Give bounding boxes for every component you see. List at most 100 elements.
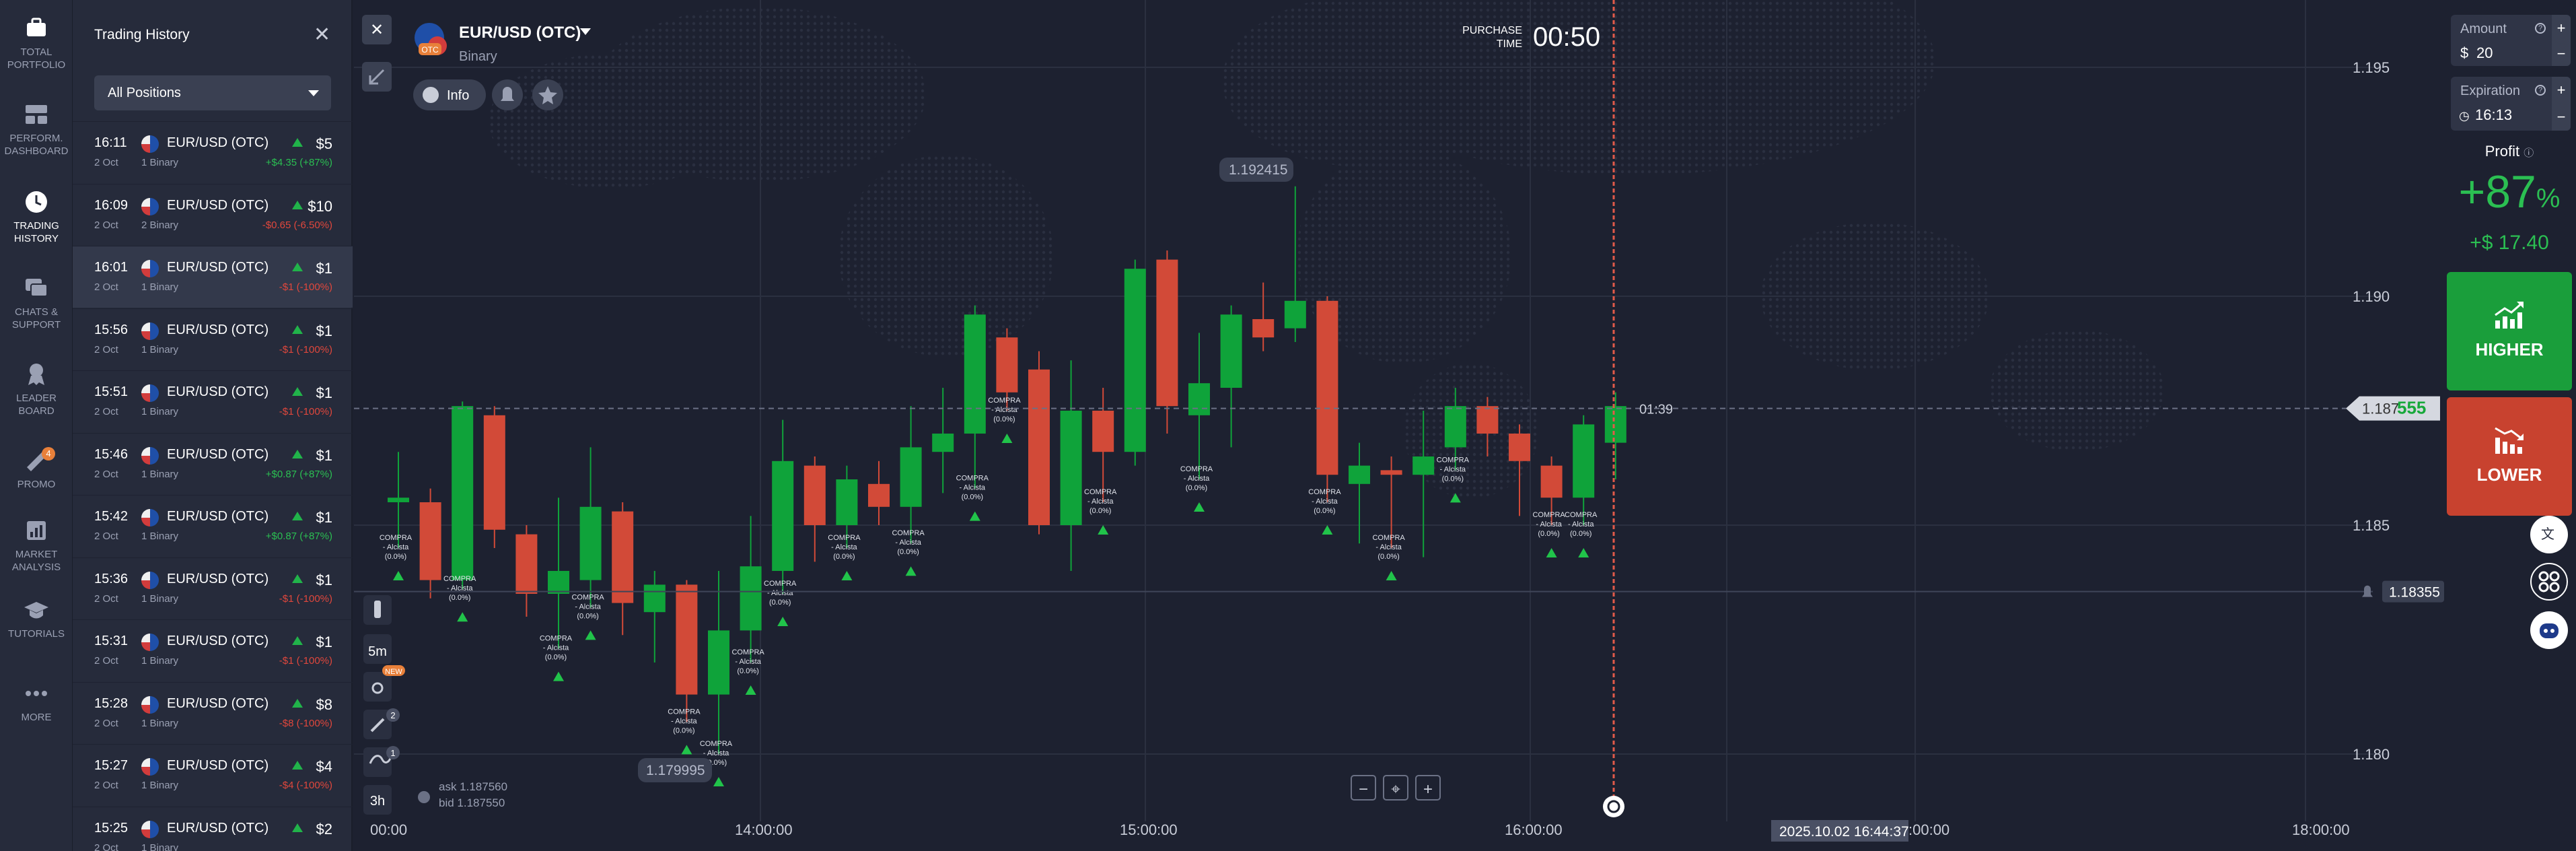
positions-filter-select[interactable]: All Positions <box>94 75 331 110</box>
expiration-minus-button[interactable]: − <box>2552 104 2571 131</box>
trade-marker-label: (0.0%) <box>545 654 567 662</box>
arrow-up-icon <box>292 698 303 708</box>
more-dots-icon <box>26 691 47 696</box>
price-chart[interactable]: 1.195 1.190 1.185 1.180 00:00 14:00:00 15:00:0… <box>354 0 2447 851</box>
asset-name: EUR/USD (OTC) <box>167 571 269 586</box>
help-icon[interactable]: ? <box>2535 23 2546 34</box>
trade-marker-label: - Alcista <box>960 484 986 492</box>
history-row[interactable]: 16:01 2 Oct EUR/USD (OTC) 1 Binary $1 -$1 (-1… <box>73 246 353 308</box>
expiration-box[interactable]: Expiration ◷ 16:13 ? + − <box>2451 77 2571 131</box>
svg-text:文: 文 <box>2541 526 2554 542</box>
eur-usd-flag-icon <box>141 446 159 465</box>
history-row[interactable]: 15:36 2 Oct EUR/USD (OTC) 1 Binary $1 -$1 (-1… <box>73 557 353 619</box>
trade-marker-arrow <box>713 777 724 786</box>
history-row[interactable]: 16:09 2 Oct EUR/USD (OTC) 2 Binary $10 -$0.65… <box>73 183 353 246</box>
profit-percent: +87% <box>2458 166 2561 217</box>
trade-marker-label: - Alcista <box>1087 498 1114 506</box>
trade-amount: $4 <box>316 758 332 775</box>
nav-label: SUPPORT <box>11 319 61 331</box>
candle-body <box>1509 434 1530 461</box>
world-map-texture <box>838 155 1054 357</box>
close-icon: ✕ <box>370 21 384 39</box>
trade-date: 2 Oct <box>94 219 118 231</box>
amount-box[interactable]: Amount $ 20 ? + − <box>2451 15 2571 66</box>
eur-usd-flag-icon <box>141 260 159 277</box>
history-row[interactable]: 16:11 2 Oct EUR/USD (OTC) 1 Binary $5 +$4.35 … <box>73 121 353 183</box>
history-row[interactable]: 15:56 2 Oct EUR/USD (OTC) 1 Binary $1 -$1 (-1… <box>73 308 353 370</box>
translate-icon[interactable]: 文 <box>2530 516 2568 553</box>
chevron-down-icon[interactable] <box>580 28 591 35</box>
trade-amount: $1 <box>316 634 332 650</box>
history-row[interactable]: 15:28 2 Oct EUR/USD (OTC) 1 Binary $8 -$8 (-1… <box>73 681 353 744</box>
trade-marker-arrow <box>1098 525 1109 535</box>
badge-1-label: 1 <box>390 748 395 758</box>
history-row[interactable]: 15:25 2 Oct EUR/USD (OTC) 1 Binary $2 <box>73 806 353 851</box>
history-row[interactable]: 15:51 2 Oct EUR/USD (OTC) 1 Binary $1 -$1 (-1… <box>73 370 353 432</box>
amount-label: Amount <box>2460 22 2507 36</box>
chart-area[interactable]: 1.195 1.190 1.185 1.180 00:00 14:00:00 15:00:0… <box>354 0 2447 851</box>
trade-time: 15:46 <box>94 446 129 462</box>
info-circle-icon[interactable] <box>418 791 430 803</box>
history-row[interactable]: 15:27 2 Oct EUR/USD (OTC) 1 Binary $4 -$4 (-1… <box>73 744 353 806</box>
trade-marker-arrow <box>1322 525 1333 535</box>
apps-grid-icon[interactable] <box>2530 563 2568 601</box>
assistant-bot-icon[interactable] <box>2530 611 2568 649</box>
badge-2-label: 2 <box>390 710 395 720</box>
nav-item-dashboard[interactable]: PERFORM. DASHBOARD <box>0 101 73 158</box>
trade-kind: 1 Binary <box>141 468 179 480</box>
asset-type: Binary <box>459 49 497 64</box>
amount-plus-button[interactable]: + <box>2552 15 2571 42</box>
expiration-input[interactable]: 16:13 <box>2475 106 2512 124</box>
trade-result: -$0.65 (-6.50%) <box>262 219 332 231</box>
trade-marker-label: COMPRA <box>892 529 925 537</box>
candle-icon <box>374 601 381 618</box>
nav-item-graduation-cap[interactable]: TUTORIALS <box>0 597 73 640</box>
trade-kind: 1 Binary <box>141 717 179 729</box>
trade-marker-arrow <box>553 671 564 681</box>
profit-label: Profit ⓘ <box>2484 143 2534 160</box>
higher-button[interactable]: HIGHER <box>2447 272 2572 390</box>
trade-kind: 1 Binary <box>141 343 179 355</box>
trade-marker-label: (0.0%) <box>673 726 694 735</box>
nav-item-briefcase[interactable]: TOTAL PORTFOLIO <box>0 15 73 71</box>
high-price-label: 1.192415 <box>1229 162 1288 178</box>
trade-marker-label: - Alcista <box>991 406 1017 414</box>
expiration-timer-icon[interactable] <box>1603 796 1624 817</box>
purchase-time-value: 00:50 <box>1533 22 1600 52</box>
trade-date: 2 Oct <box>94 592 118 605</box>
purchase-label: TIME <box>1497 38 1522 50</box>
nav-item-analysis[interactable]: MARKET ANALYSIS <box>0 517 73 574</box>
trade-amount: $10 <box>308 197 332 215</box>
help-icon[interactable]: ? <box>2535 85 2546 96</box>
history-row[interactable]: 15:42 2 Oct EUR/USD (OTC) 1 Binary $1 +$0.87 … <box>73 495 353 557</box>
trade-marker-label: (0.0%) <box>1186 484 1207 492</box>
nav-item-promo[interactable]: PROMO 4 <box>0 447 73 491</box>
zoom-out-button-label: − <box>1359 780 1368 798</box>
history-row[interactable]: 15:31 2 Oct EUR/USD (OTC) 1 Binary $1 -$1 (-1… <box>73 619 353 681</box>
trade-time: 15:51 <box>94 384 129 399</box>
nav-item-chat[interactable]: CHATS & SUPPORT <box>0 275 73 331</box>
trade-marker-label: (0.0%) <box>1570 530 1591 538</box>
chat-icon <box>26 279 48 297</box>
amount-minus-button[interactable]: − <box>2552 42 2571 66</box>
new-badge-label: NEW <box>385 668 402 676</box>
trade-marker-label: (0.0%) <box>1314 507 1335 515</box>
close-icon[interactable]: ✕ <box>314 23 330 46</box>
candle-body <box>964 314 986 434</box>
expiration-plus-button[interactable]: + <box>2552 77 2571 104</box>
trade-marker-label: COMPRA <box>1308 488 1341 496</box>
candle-body <box>1028 369 1050 525</box>
nav-item-clock[interactable]: TRADING HISTORY <box>0 189 73 245</box>
lower-button[interactable]: LOWER <box>2447 397 2572 516</box>
nav-item-more-dots[interactable]: MORE <box>0 680 73 724</box>
signals-button[interactable] <box>363 672 392 702</box>
history-row[interactable]: 15:46 2 Oct EUR/USD (OTC) 1 Binary $1 +$0.87 … <box>73 432 353 495</box>
nav-item-leaderboard[interactable]: LEADER BOARD <box>0 361 73 417</box>
x-tick-label: 16:00:00 <box>1505 821 1563 838</box>
trade-marker-label: - Alcista <box>895 539 921 547</box>
nav-label: PERFORM. <box>9 133 63 144</box>
amount-input[interactable]: 20 <box>2476 44 2493 62</box>
candle-body <box>643 584 666 613</box>
trade-date: 2 Oct <box>94 157 118 168</box>
trade-marker-arrow <box>777 617 789 626</box>
